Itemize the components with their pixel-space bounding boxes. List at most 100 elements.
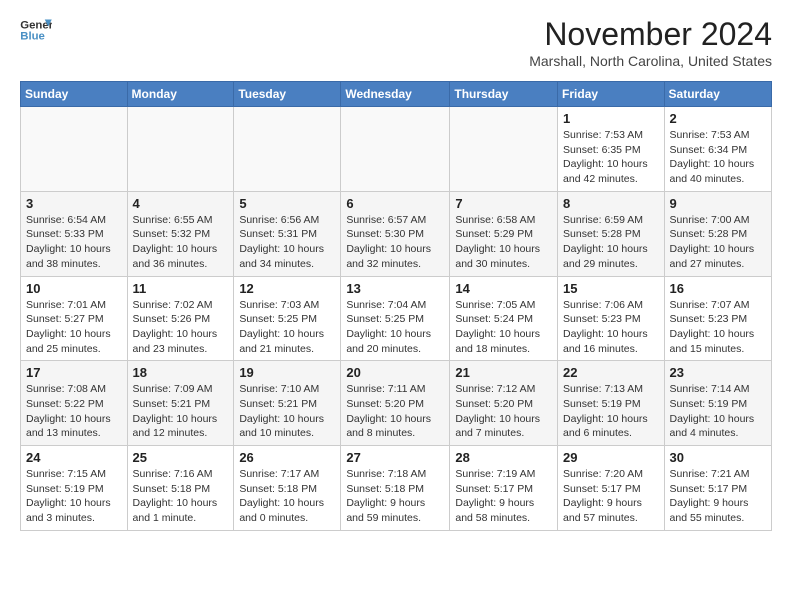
calendar-cell: 24 Sunrise: 7:15 AM Sunset: 5:19 PM Dayli… [21,446,128,531]
day-number: 7 [455,196,552,211]
calendar-cell: 2 Sunrise: 7:53 AM Sunset: 6:34 PM Daylig… [664,107,771,192]
calendar-cell [341,107,450,192]
calendar-cell: 3Sunrise: 6:54 AM Sunset: 5:33 PM Daylig… [21,191,128,276]
calendar-week-row: 24 Sunrise: 7:15 AM Sunset: 5:19 PM Dayli… [21,446,772,531]
calendar-cell: 20 Sunrise: 7:11 AM Sunset: 5:20 PM Dayli… [341,361,450,446]
day-number: 30 [670,450,766,465]
day-detail: Sunrise: 6:58 AM Sunset: 5:29 PM Dayligh… [455,213,552,272]
day-number: 19 [239,365,335,380]
day-number: 14 [455,281,552,296]
page-header: General Blue November 2024 Marshall, Nor… [20,16,772,69]
day-of-week-header: Wednesday [341,82,450,107]
calendar-cell: 11 Sunrise: 7:02 AM Sunset: 5:26 PM Dayli… [127,276,234,361]
logo: General Blue [20,16,52,44]
day-detail: Sunrise: 7:15 AM Sunset: 5:19 PM Dayligh… [26,467,122,526]
day-number: 24 [26,450,122,465]
day-detail: Sunrise: 7:12 AM Sunset: 5:20 PM Dayligh… [455,382,552,441]
day-detail: Sunrise: 7:09 AM Sunset: 5:21 PM Dayligh… [133,382,229,441]
day-number: 9 [670,196,766,211]
calendar-cell: 30 Sunrise: 7:21 AM Sunset: 5:17 PM Dayli… [664,446,771,531]
day-detail: Sunrise: 7:02 AM Sunset: 5:26 PM Dayligh… [133,298,229,357]
day-number: 10 [26,281,122,296]
day-detail: Sunrise: 7:13 AM Sunset: 5:19 PM Dayligh… [563,382,659,441]
day-detail: Sunrise: 7:05 AM Sunset: 5:24 PM Dayligh… [455,298,552,357]
day-of-week-header: Thursday [450,82,558,107]
calendar-cell: 7 Sunrise: 6:58 AM Sunset: 5:29 PM Daylig… [450,191,558,276]
logo-icon: General Blue [20,16,52,44]
day-number: 22 [563,365,659,380]
day-detail: Sunrise: 7:11 AM Sunset: 5:20 PM Dayligh… [346,382,444,441]
day-number: 27 [346,450,444,465]
day-detail: Sunrise: 7:00 AM Sunset: 5:28 PM Dayligh… [670,213,766,272]
calendar-cell [234,107,341,192]
calendar-cell [450,107,558,192]
day-detail: Sunrise: 7:10 AM Sunset: 5:21 PM Dayligh… [239,382,335,441]
day-of-week-header: Saturday [664,82,771,107]
calendar-cell: 21 Sunrise: 7:12 AM Sunset: 5:20 PM Dayli… [450,361,558,446]
calendar-cell: 6 Sunrise: 6:57 AM Sunset: 5:30 PM Daylig… [341,191,450,276]
day-number: 12 [239,281,335,296]
day-number: 23 [670,365,766,380]
calendar-cell: 29 Sunrise: 7:20 AM Sunset: 5:17 PM Dayli… [558,446,665,531]
day-number: 8 [563,196,659,211]
day-number: 11 [133,281,229,296]
day-detail: Sunrise: 7:17 AM Sunset: 5:18 PM Dayligh… [239,467,335,526]
calendar-table: SundayMondayTuesdayWednesdayThursdayFrid… [20,81,772,531]
calendar-cell: 13Sunrise: 7:04 AM Sunset: 5:25 PM Dayli… [341,276,450,361]
calendar-cell: 28 Sunrise: 7:19 AM Sunset: 5:17 PM Dayli… [450,446,558,531]
calendar-cell: 1 Sunrise: 7:53 AM Sunset: 6:35 PM Daylig… [558,107,665,192]
calendar-cell: 27Sunrise: 7:18 AM Sunset: 5:18 PM Dayli… [341,446,450,531]
calendar-cell: 4Sunrise: 6:55 AM Sunset: 5:32 PM Daylig… [127,191,234,276]
day-number: 2 [670,111,766,126]
day-of-week-header: Friday [558,82,665,107]
day-detail: Sunrise: 7:21 AM Sunset: 5:17 PM Dayligh… [670,467,766,526]
location: Marshall, North Carolina, United States [529,53,772,69]
day-number: 16 [670,281,766,296]
calendar-cell: 10 Sunrise: 7:01 AM Sunset: 5:27 PM Dayli… [21,276,128,361]
day-detail: Sunrise: 7:16 AM Sunset: 5:18 PM Dayligh… [133,467,229,526]
day-detail: Sunrise: 7:03 AM Sunset: 5:25 PM Dayligh… [239,298,335,357]
calendar-cell: 16 Sunrise: 7:07 AM Sunset: 5:23 PM Dayli… [664,276,771,361]
day-number: 6 [346,196,444,211]
calendar-cell: 9 Sunrise: 7:00 AM Sunset: 5:28 PM Daylig… [664,191,771,276]
day-detail: Sunrise: 7:06 AM Sunset: 5:23 PM Dayligh… [563,298,659,357]
calendar-cell: 25 Sunrise: 7:16 AM Sunset: 5:18 PM Dayli… [127,446,234,531]
day-detail: Sunrise: 6:55 AM Sunset: 5:32 PM Dayligh… [133,213,229,272]
calendar-cell: 18Sunrise: 7:09 AM Sunset: 5:21 PM Dayli… [127,361,234,446]
calendar-cell [127,107,234,192]
calendar-week-row: 3Sunrise: 6:54 AM Sunset: 5:33 PM Daylig… [21,191,772,276]
day-number: 28 [455,450,552,465]
calendar-cell: 14 Sunrise: 7:05 AM Sunset: 5:24 PM Dayli… [450,276,558,361]
day-detail: Sunrise: 6:57 AM Sunset: 5:30 PM Dayligh… [346,213,444,272]
day-number: 3 [26,196,122,211]
day-detail: Sunrise: 6:59 AM Sunset: 5:28 PM Dayligh… [563,213,659,272]
day-number: 15 [563,281,659,296]
calendar-cell: 5Sunrise: 6:56 AM Sunset: 5:31 PM Daylig… [234,191,341,276]
calendar-week-row: 1 Sunrise: 7:53 AM Sunset: 6:35 PM Daylig… [21,107,772,192]
day-detail: Sunrise: 7:20 AM Sunset: 5:17 PM Dayligh… [563,467,659,526]
calendar-cell: 19 Sunrise: 7:10 AM Sunset: 5:21 PM Dayli… [234,361,341,446]
day-of-week-header: Tuesday [234,82,341,107]
day-detail: Sunrise: 7:53 AM Sunset: 6:35 PM Dayligh… [563,128,659,187]
calendar-cell: 26 Sunrise: 7:17 AM Sunset: 5:18 PM Dayli… [234,446,341,531]
day-number: 29 [563,450,659,465]
day-detail: Sunrise: 6:56 AM Sunset: 5:31 PM Dayligh… [239,213,335,272]
day-of-week-header: Sunday [21,82,128,107]
day-number: 20 [346,365,444,380]
calendar-cell: 15 Sunrise: 7:06 AM Sunset: 5:23 PM Dayli… [558,276,665,361]
calendar-cell: 12 Sunrise: 7:03 AM Sunset: 5:25 PM Dayli… [234,276,341,361]
day-detail: Sunrise: 7:07 AM Sunset: 5:23 PM Dayligh… [670,298,766,357]
day-number: 17 [26,365,122,380]
day-number: 1 [563,111,659,126]
day-number: 21 [455,365,552,380]
day-detail: Sunrise: 7:01 AM Sunset: 5:27 PM Dayligh… [26,298,122,357]
day-number: 25 [133,450,229,465]
calendar-header-row: SundayMondayTuesdayWednesdayThursdayFrid… [21,82,772,107]
day-number: 26 [239,450,335,465]
calendar-cell: 22 Sunrise: 7:13 AM Sunset: 5:19 PM Dayli… [558,361,665,446]
day-detail: Sunrise: 7:19 AM Sunset: 5:17 PM Dayligh… [455,467,552,526]
calendar-cell: 23Sunrise: 7:14 AM Sunset: 5:19 PM Dayli… [664,361,771,446]
calendar-cell: 17Sunrise: 7:08 AM Sunset: 5:22 PM Dayli… [21,361,128,446]
day-detail: Sunrise: 7:53 AM Sunset: 6:34 PM Dayligh… [670,128,766,187]
calendar-week-row: 10 Sunrise: 7:01 AM Sunset: 5:27 PM Dayli… [21,276,772,361]
